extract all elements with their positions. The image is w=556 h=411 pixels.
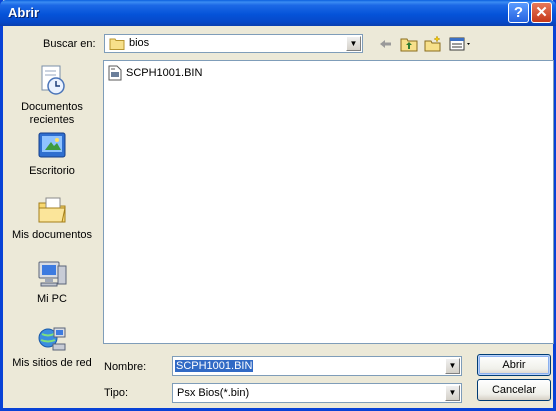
folder-icon <box>109 38 125 50</box>
place-my-computer[interactable]: Mi PC <box>5 258 99 306</box>
places-bar: Documentos recientes Escritorio Mis docu… <box>5 58 99 378</box>
open-button[interactable]: Abrir <box>477 354 551 376</box>
recent-documents-icon <box>41 65 65 95</box>
title-bar[interactable]: Abrir ? ✕ <box>0 0 556 26</box>
window-title: Abrir <box>8 5 40 20</box>
views-menu-icon[interactable] <box>449 35 473 53</box>
place-label-line2: recientes <box>29 114 75 126</box>
place-network[interactable]: Mis sitios de red <box>5 322 99 370</box>
filetype-select[interactable]: Psx Bios(*.bin) ▼ <box>172 383 462 403</box>
filename-value[interactable]: SCPH1001.BIN <box>175 360 254 372</box>
network-places-icon <box>38 327 66 351</box>
place-label: Documentos <box>21 101 83 113</box>
close-icon: ✕ <box>535 4 548 21</box>
up-folder-icon[interactable] <box>400 35 418 53</box>
lookin-value: bios <box>129 37 150 49</box>
open-dialog: Abrir ? ✕ Buscar en: bios ▼ Documentos r… <box>0 0 556 411</box>
file-name: SCPH1001.BIN <box>126 67 203 79</box>
file-icon <box>108 65 122 81</box>
new-folder-icon[interactable] <box>424 35 442 53</box>
filetype-label: Tipo: <box>104 387 129 399</box>
chevron-down-icon[interactable]: ▼ <box>346 36 361 51</box>
place-label: Mis documentos <box>11 229 93 241</box>
filename-input[interactable]: SCPH1001.BIN ▼ <box>172 356 462 376</box>
chevron-down-icon[interactable]: ▼ <box>445 385 460 401</box>
desktop-icon <box>38 132 66 158</box>
place-recent-documents[interactable]: Documentos recientes <box>5 64 99 127</box>
close-button[interactable]: ✕ <box>531 2 552 23</box>
filename-label: Nombre: <box>104 361 147 373</box>
chevron-down-icon[interactable]: ▼ <box>445 358 460 374</box>
my-computer-icon <box>38 261 67 287</box>
back-arrow-icon[interactable] <box>377 35 395 53</box>
place-label: Mis sitios de red <box>12 357 92 369</box>
lookin-label: Buscar en: <box>43 38 96 50</box>
place-desktop[interactable]: Escritorio <box>5 130 99 178</box>
lookin-combo[interactable]: bios ▼ <box>104 34 363 53</box>
help-icon: ? <box>513 4 524 21</box>
my-documents-icon <box>38 197 66 223</box>
cancel-button[interactable]: Cancelar <box>477 379 551 401</box>
place-my-documents[interactable]: Mis documentos <box>5 194 99 242</box>
place-label: Escritorio <box>29 165 75 177</box>
help-button[interactable]: ? <box>508 2 529 23</box>
filetype-value: Psx Bios(*.bin) <box>177 387 250 399</box>
file-list[interactable]: SCPH1001.BIN <box>103 60 554 344</box>
place-label: Mi PC <box>37 293 67 305</box>
